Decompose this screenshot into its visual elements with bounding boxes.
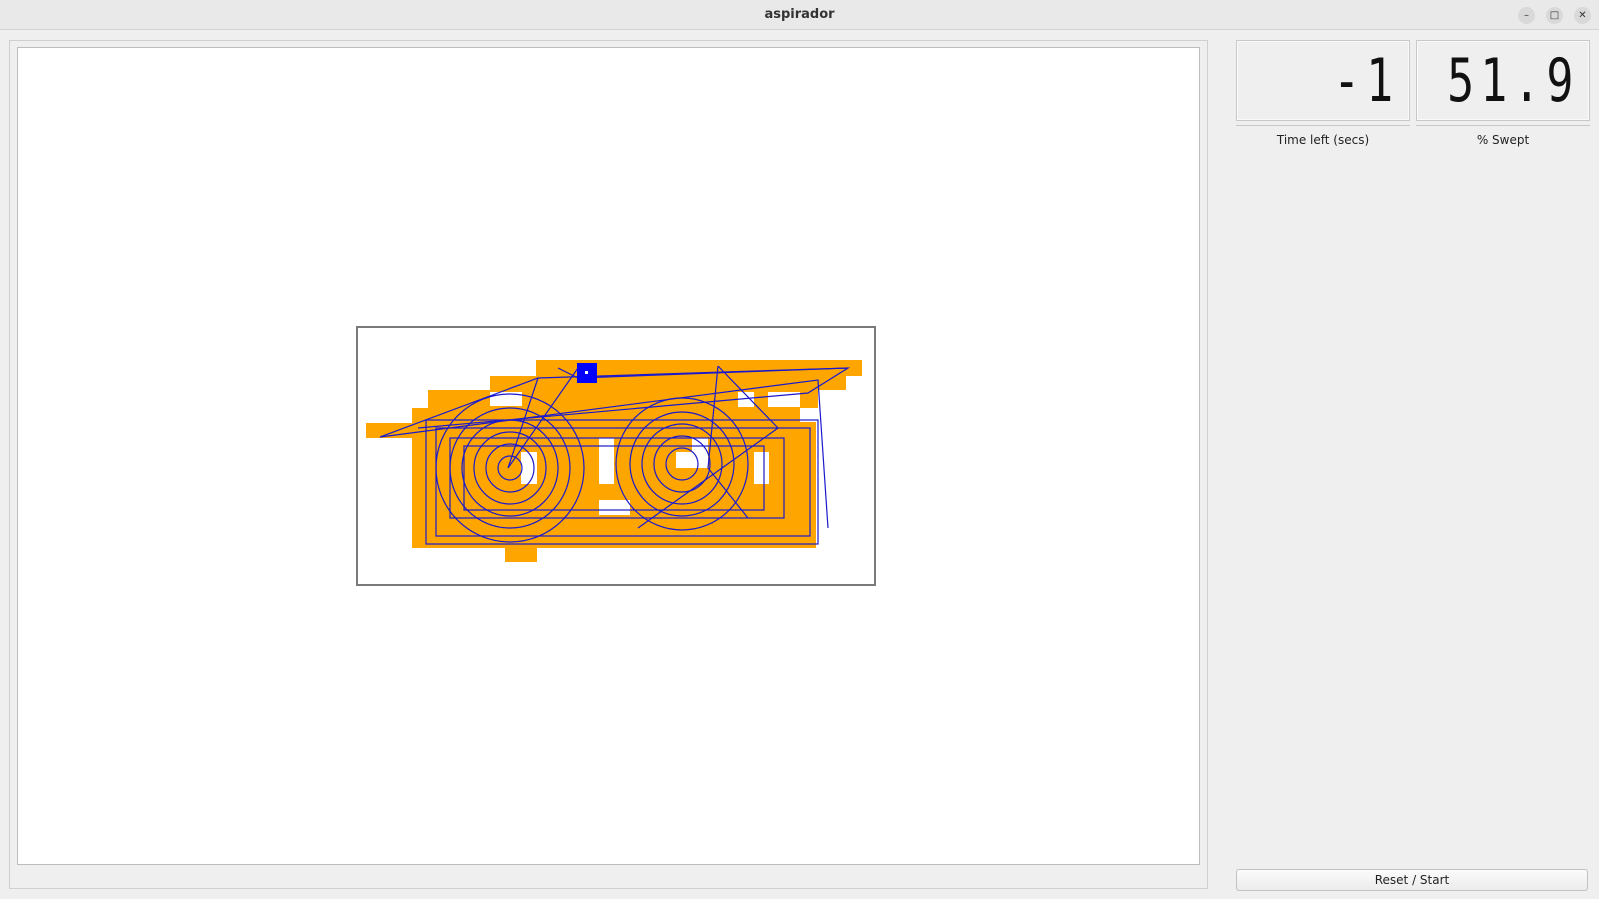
simulation-canvas: [17, 47, 1200, 865]
time-left-label: Time left (secs): [1276, 133, 1370, 147]
time-left-separator: [1236, 125, 1410, 126]
maximize-button[interactable]: □: [1546, 7, 1563, 24]
swept-display: 51.9: [1416, 40, 1590, 121]
time-left-display: -1: [1236, 40, 1410, 121]
robot-center-dot: [585, 371, 588, 374]
title-bar: aspirador – □ ✕: [0, 0, 1599, 30]
window-title: aspirador: [764, 7, 835, 22]
minimize-button[interactable]: –: [1518, 7, 1535, 24]
time-left-value: -1: [1332, 46, 1399, 116]
swept-value: 51.9: [1446, 46, 1579, 116]
swept-label: % Swept: [1476, 133, 1530, 147]
close-button[interactable]: ✕: [1574, 7, 1591, 24]
swept-separator: [1416, 125, 1590, 126]
reset-start-button[interactable]: Reset / Start: [1236, 869, 1588, 891]
room-map: [356, 326, 876, 586]
